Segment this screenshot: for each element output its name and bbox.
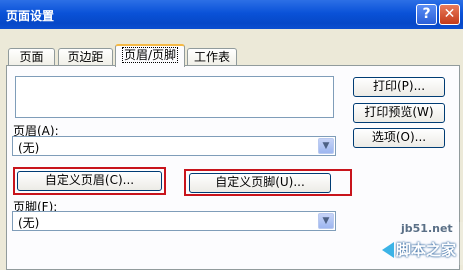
tab-page[interactable]: 页面 [8,48,55,66]
print-preview-button[interactable]: 打印预览(W) [353,103,445,123]
options-button[interactable]: 选项(O)... [353,128,445,148]
tab-sheet[interactable]: 工作表 [187,48,237,66]
chevron-down-icon[interactable]: ▼ [318,213,334,229]
header-preview [15,76,334,118]
help-button[interactable]: ? [416,4,437,25]
header-select-value: (无) [18,141,40,155]
window-title: 页面设置 [6,9,55,23]
tab-header-footer-label: 页眉/页脚 [121,47,179,63]
header-select[interactable]: (无) ▼ [12,136,336,156]
highlight-box-header [13,167,166,195]
highlight-box-footer [184,169,352,196]
watermark: jb51.net 脚本之家 [382,222,463,265]
tab-margins[interactable]: 页边距 [58,48,113,66]
footer-select-value: (无) [18,216,40,230]
tab-header-footer[interactable]: 页眉/页脚 [115,44,185,67]
title-bar: 页面设置 ? ✕ [0,0,463,29]
chevron-down-icon[interactable]: ▼ [318,138,334,154]
watermark-site: jb51.net [401,222,453,235]
close-button[interactable]: ✕ [439,4,460,25]
watermark-text: 脚本之家 [396,241,457,259]
footer-select[interactable]: (无) ▼ [12,211,336,231]
print-button[interactable]: 打印(P)... [353,77,445,97]
watermark-triangle-icon [382,242,394,258]
